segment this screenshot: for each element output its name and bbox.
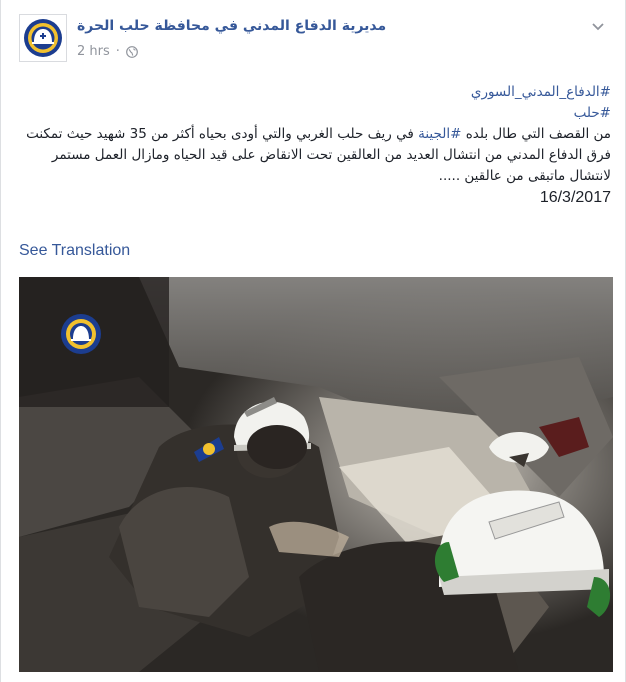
hashtag-jineh[interactable]: #الجينة <box>418 126 461 142</box>
globe-icon[interactable] <box>126 45 138 58</box>
timestamp-link[interactable]: 2 hrs <box>77 44 110 59</box>
post-text: #الدفاع_المدني_السوري #حلب من القصف التي… <box>19 82 611 208</box>
body-prefix: من القصف التي طال بلده <box>461 126 611 142</box>
see-translation-link[interactable]: See Translation <box>19 242 130 260</box>
page-avatar[interactable] <box>19 14 67 62</box>
facebook-post: مديرية الدفاع المدني في محافظة حلب الحرة… <box>0 0 626 682</box>
post-date: 16/3/2017 <box>539 189 611 206</box>
post-header: مديرية الدفاع المدني في محافظة حلب الحرة… <box>19 14 611 70</box>
post-meta: 2 hrs · <box>77 44 138 59</box>
rescue-scene-image <box>19 277 613 672</box>
post-body: من القصف التي طال بلده #الجينة في ريف حل… <box>19 124 611 187</box>
post-options-button[interactable] <box>589 20 607 34</box>
post-photo[interactable] <box>19 277 613 672</box>
white-helmets-logo-icon <box>24 19 62 57</box>
chevron-down-icon <box>592 23 604 31</box>
hashtag-civil-defense[interactable]: #الدفاع_المدني_السوري <box>471 84 611 100</box>
hashtag-aleppo[interactable]: #حلب <box>574 105 611 121</box>
page-name-link[interactable]: مديرية الدفاع المدني في محافظة حلب الحرة <box>77 18 386 34</box>
separator-dot: · <box>115 44 120 59</box>
